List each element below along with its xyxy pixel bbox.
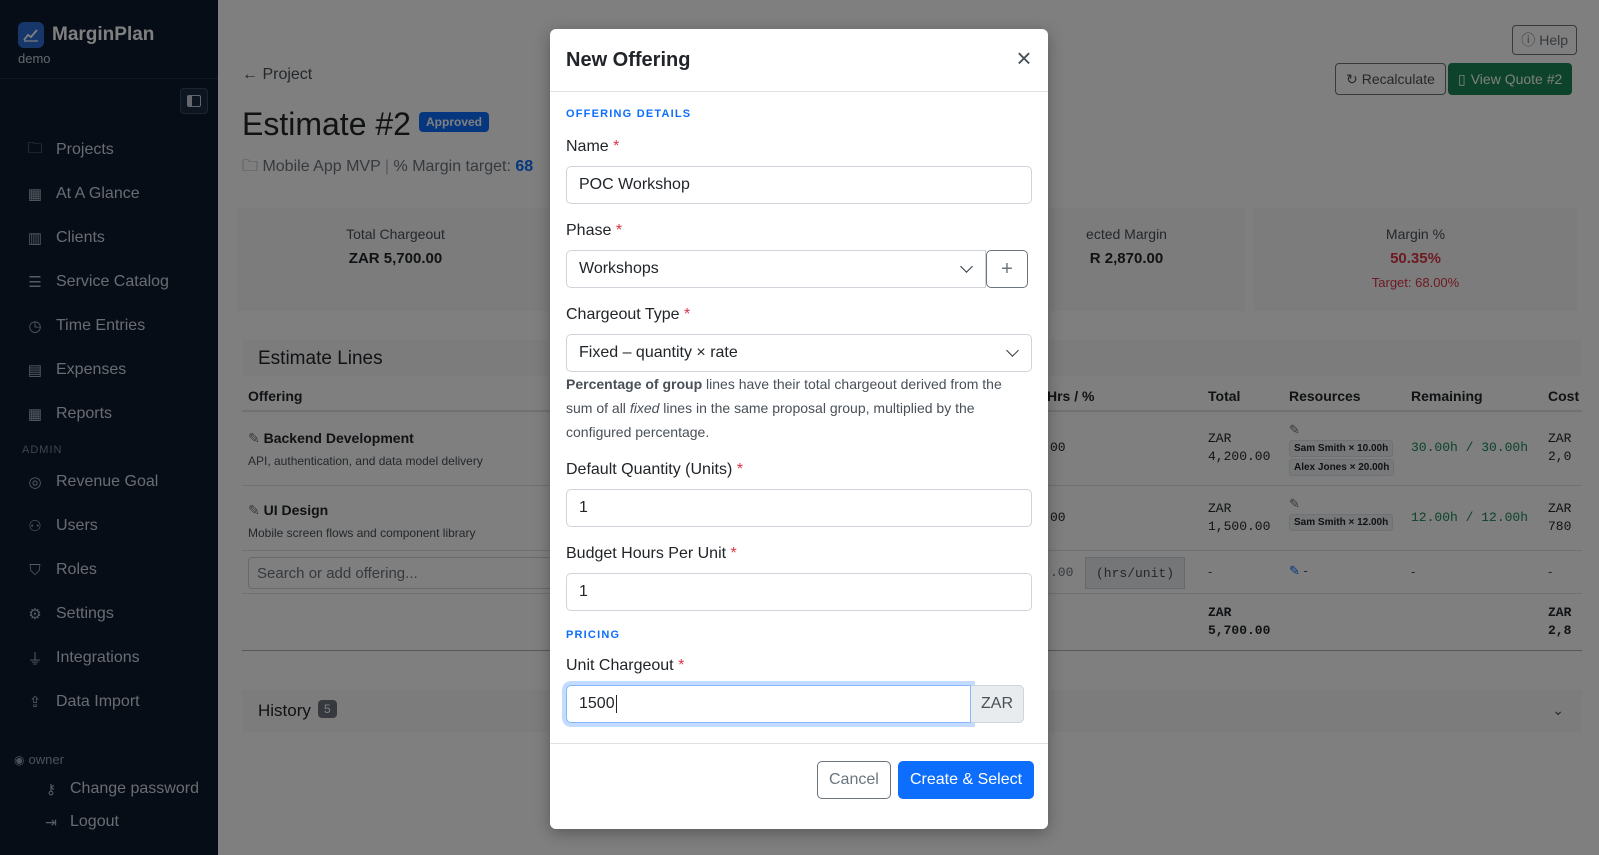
name-input[interactable]: POC Workshop	[566, 166, 1032, 204]
section-pricing: PRICING	[566, 629, 621, 641]
new-offering-modal: New Offering × OFFERING DETAILS Name * P…	[550, 29, 1048, 829]
phase-label: Phase *	[566, 222, 622, 240]
cancel-button[interactable]: Cancel	[817, 761, 891, 799]
budget-hours-input[interactable]: 1	[566, 573, 1032, 611]
help-emphasis: fixed	[629, 400, 660, 416]
text-caret	[615, 695, 617, 713]
label-text: Budget Hours Per Unit	[566, 545, 727, 562]
label-text: Chargeout Type	[566, 306, 680, 323]
modal-title: New Offering	[566, 49, 691, 71]
chargeout-type-select[interactable]: Fixed – quantity × rate	[566, 334, 1032, 372]
unit-chargeout-value: 1500	[579, 695, 615, 712]
label-text: Default Quantity (Units)	[566, 461, 733, 478]
required-mark: *	[730, 545, 737, 562]
required-mark: *	[684, 306, 691, 323]
label-text: Unit Chargeout	[566, 657, 674, 674]
required-mark: *	[613, 138, 620, 155]
default-quantity-label: Default Quantity (Units) *	[566, 461, 743, 479]
phase-select[interactable]: Workshops	[566, 250, 986, 288]
modal-header: New Offering ×	[550, 29, 1048, 92]
budget-hours-label: Budget Hours Per Unit *	[566, 545, 737, 563]
chevron-down-icon	[960, 260, 973, 273]
phase-value: Workshops	[579, 260, 659, 277]
plus-icon: +	[1001, 257, 1013, 280]
label-text: Phase	[566, 222, 612, 239]
add-phase-button[interactable]: +	[986, 250, 1028, 288]
unit-chargeout-label: Unit Chargeout *	[566, 657, 684, 675]
unit-chargeout-input[interactable]: 1500	[566, 685, 971, 723]
help-bold: Percentage of group	[566, 376, 703, 392]
chargeout-type-label: Chargeout Type *	[566, 306, 690, 324]
name-label: Name *	[566, 138, 619, 156]
required-mark: *	[736, 461, 743, 478]
label-text: Name	[566, 138, 609, 155]
modal-footer: Cancel Create & Select	[550, 743, 1048, 829]
create-and-select-button[interactable]: Create & Select	[898, 761, 1035, 799]
chargeout-type-value: Fixed – quantity × rate	[579, 344, 738, 361]
currency-suffix: ZAR	[971, 685, 1024, 723]
chevron-down-icon	[1006, 344, 1019, 357]
required-mark: *	[678, 657, 685, 674]
close-icon[interactable]: ×	[1012, 45, 1036, 71]
chargeout-help-text: Percentage of group lines have their tot…	[566, 372, 1006, 444]
section-offering-details: OFFERING DETAILS	[566, 108, 692, 120]
required-mark: *	[615, 222, 623, 239]
default-quantity-input[interactable]: 1	[566, 489, 1032, 527]
